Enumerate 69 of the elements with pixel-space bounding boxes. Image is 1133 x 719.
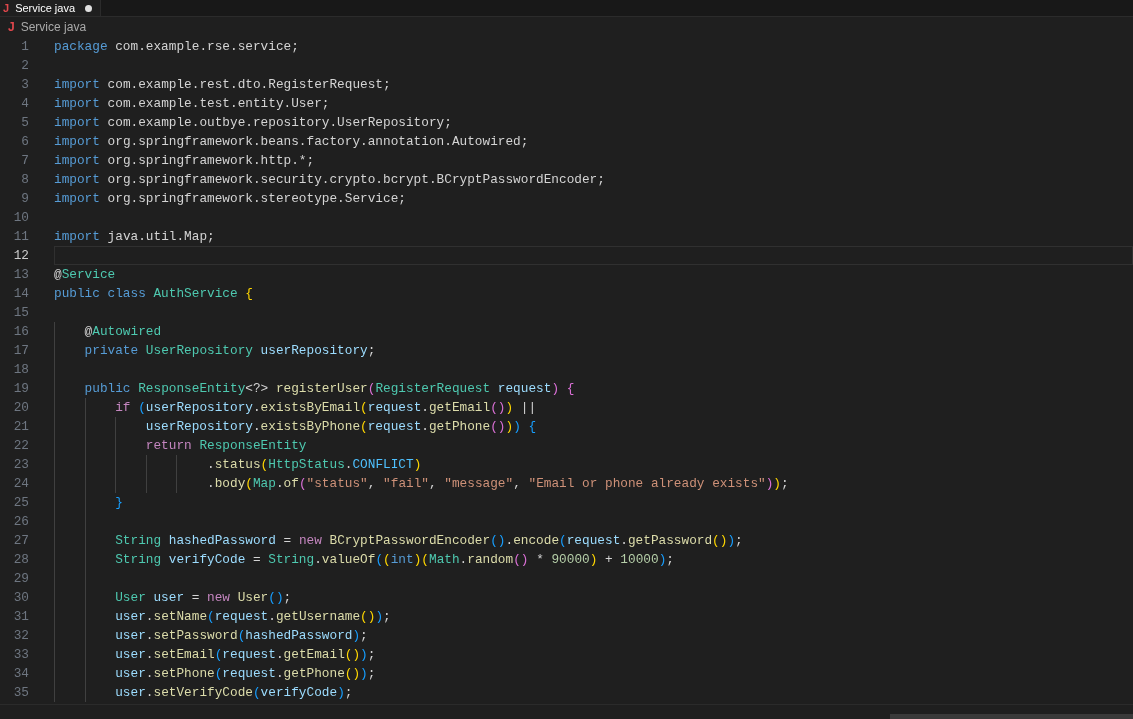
code-line: import org.springframework.beans.factory.annotation.Autowired;: [54, 133, 529, 151]
code-line: import org.springframework.security.crypto.bcrypt.BCryptPasswordEncoder;: [54, 171, 605, 189]
code-line: user.setEmail(request.getEmail());: [114, 646, 376, 664]
code-line: import com.example.test.entity.User;: [54, 95, 330, 113]
code-line: user.setVerifyCode(verifyCode);: [114, 684, 353, 702]
code-line: user.setPhone(request.getPhone());: [114, 665, 376, 683]
code-line: @Autowired: [83, 323, 162, 341]
line-number: 12: [12, 247, 29, 265]
line-number: 1: [20, 38, 29, 56]
line-number: 21: [12, 418, 29, 436]
code-line: import org.springframework.stereotype.Service;: [54, 190, 406, 208]
code-line: userRepository.existsByPhone(request.getPhone())) {: [144, 418, 537, 436]
java-file-icon: J: [8, 20, 15, 33]
line-number: 33: [12, 646, 29, 664]
line-number: 24: [12, 475, 29, 493]
line-number: 28: [12, 551, 29, 569]
line-number: 13: [12, 266, 29, 284]
editor-tab[interactable]: J Service java: [0, 0, 102, 16]
code-line: private UserRepository userRepository;: [83, 342, 376, 360]
code-line: import com.example.rest.dto.RegisterRequest;: [54, 76, 391, 94]
line-number: 35: [12, 684, 29, 702]
tab-label: Service java: [15, 2, 76, 14]
code-line: }: [114, 494, 123, 512]
code-line: package com.example.rse.service;: [54, 38, 299, 56]
breadcrumb-item[interactable]: Service java: [20, 20, 87, 33]
line-number: 30: [12, 589, 29, 607]
code-line: .status(HttpStatus.CONFLICT): [206, 456, 422, 474]
line-number: 15: [12, 304, 29, 322]
code-line: User user = new User();: [114, 589, 292, 607]
line-number: 32: [12, 627, 29, 645]
code-line: public class AuthService {: [54, 285, 253, 303]
line-number: 4: [20, 95, 29, 113]
line-number: 18: [12, 361, 29, 379]
line-number: 34: [12, 665, 29, 683]
line-number: 19: [12, 380, 29, 398]
line-number: 7: [20, 152, 29, 170]
line-number: 25: [12, 494, 29, 512]
code-line: import java.util.Map;: [54, 228, 215, 246]
horizontal-scrollbar[interactable]: [890, 714, 1133, 719]
code-line: import com.example.outbye.repository.UserRepository;: [54, 114, 452, 132]
line-number: 5: [20, 114, 29, 132]
code-line: user.setName(request.getUsername());: [114, 608, 391, 626]
line-number: 11: [12, 228, 29, 246]
line-number: 22: [12, 437, 29, 455]
code-line: return ResponseEntity: [144, 437, 307, 455]
code-line: String hashedPassword = new BCryptPasswordEncoder().encode(request.getPassword());: [114, 532, 743, 550]
line-number: 27: [12, 532, 29, 550]
line-number: 14: [12, 285, 29, 303]
line-number: 29: [12, 570, 29, 588]
line-number: 2: [20, 57, 29, 75]
line-number: 20: [12, 399, 29, 417]
line-number: 9: [20, 190, 29, 208]
line-number: 17: [12, 342, 29, 360]
line-number: 6: [20, 133, 29, 151]
line-number: 16: [12, 323, 29, 341]
line-number: 8: [20, 171, 29, 189]
line-number: 23: [12, 456, 29, 474]
line-number: 10: [12, 209, 29, 227]
code-line: import org.springframework.http.*;: [54, 152, 315, 170]
code-line: .body(Map.of("status", "fail", "message", "Email or phone already exists"));: [206, 475, 789, 493]
line-number: 26: [12, 513, 29, 531]
code-line: public ResponseEntity<?> registerUser(RegisterRequest request) {: [83, 380, 575, 398]
code-line: if (userRepository.existsByEmail(request.getEmail()) ||: [114, 399, 537, 417]
code-line: user.setPassword(hashedPassword);: [114, 627, 368, 645]
java-file-icon: J: [3, 2, 10, 14]
line-number: 31: [12, 608, 29, 626]
code-line: String verifyCode = String.valueOf((int)(Math.random() * 90000) + 10000);: [114, 551, 674, 569]
code-line: @Service: [54, 266, 116, 284]
line-number: 3: [20, 76, 29, 94]
